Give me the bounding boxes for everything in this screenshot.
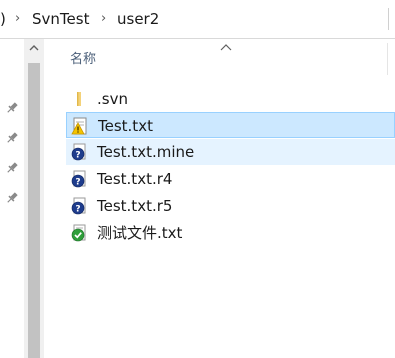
file-name: 测试文件.txt xyxy=(97,224,183,242)
svn-normal-icon xyxy=(71,224,86,242)
pin-icon[interactable] xyxy=(5,131,19,145)
list-item[interactable]: Test.txt xyxy=(66,112,395,138)
svg-text:?: ? xyxy=(75,151,80,161)
column-header-name[interactable]: 名称 xyxy=(70,51,96,69)
breadcrumb-chevron-icon[interactable]: › xyxy=(15,9,20,29)
breadcrumb-item-svntest[interactable]: SvnTest xyxy=(32,9,89,29)
pin-icon[interactable] xyxy=(5,191,19,205)
svn-unversioned-icon: ? xyxy=(71,170,86,188)
file-name: Test.txt xyxy=(98,117,153,135)
file-name: Test.txt.r5 xyxy=(97,197,173,215)
pin-icon[interactable] xyxy=(5,101,19,115)
nav-scrollbar[interactable] xyxy=(24,39,44,358)
address-bar[interactable]: ) › SvnTest › user2 xyxy=(0,0,395,39)
file-list: 名称 .svn Test.txt ? Test.txt.mine ? Test.… xyxy=(44,39,395,358)
pin-icon[interactable] xyxy=(5,161,19,175)
folder-icon xyxy=(77,92,81,106)
list-item[interactable]: 测试文件.txt xyxy=(66,220,395,246)
svn-unversioned-icon: ? xyxy=(71,143,86,161)
svn-conflict-icon xyxy=(71,117,87,135)
scroll-thumb[interactable] xyxy=(28,63,40,358)
breadcrumb-item-user2[interactable]: user2 xyxy=(117,9,159,29)
list-item[interactable]: ? Test.txt.r4 xyxy=(66,166,395,192)
scroll-up-button[interactable] xyxy=(24,39,44,56)
breadcrumb-truncated-fragment: ) xyxy=(0,10,6,28)
address-bar-divider xyxy=(388,8,389,30)
svg-text:?: ? xyxy=(75,178,80,188)
list-item[interactable]: .svn xyxy=(66,86,395,112)
list-item[interactable]: ? Test.txt.mine xyxy=(66,139,395,165)
column-divider[interactable] xyxy=(387,43,388,75)
explorer-window: ) › SvnTest › user2 名称 .svn Test.txt ? T… xyxy=(0,0,395,358)
breadcrumb-chevron-icon[interactable]: › xyxy=(101,9,106,29)
list-item[interactable]: ? Test.txt.r5 xyxy=(66,193,395,219)
chevron-up-icon xyxy=(29,44,39,50)
file-name: Test.txt.mine xyxy=(97,143,195,161)
navigation-pane xyxy=(0,39,24,358)
sort-ascending-icon xyxy=(220,44,232,51)
svg-text:?: ? xyxy=(75,205,80,215)
file-name: Test.txt.r4 xyxy=(97,170,173,188)
svn-unversioned-icon: ? xyxy=(71,197,86,215)
file-name: .svn xyxy=(97,90,128,108)
